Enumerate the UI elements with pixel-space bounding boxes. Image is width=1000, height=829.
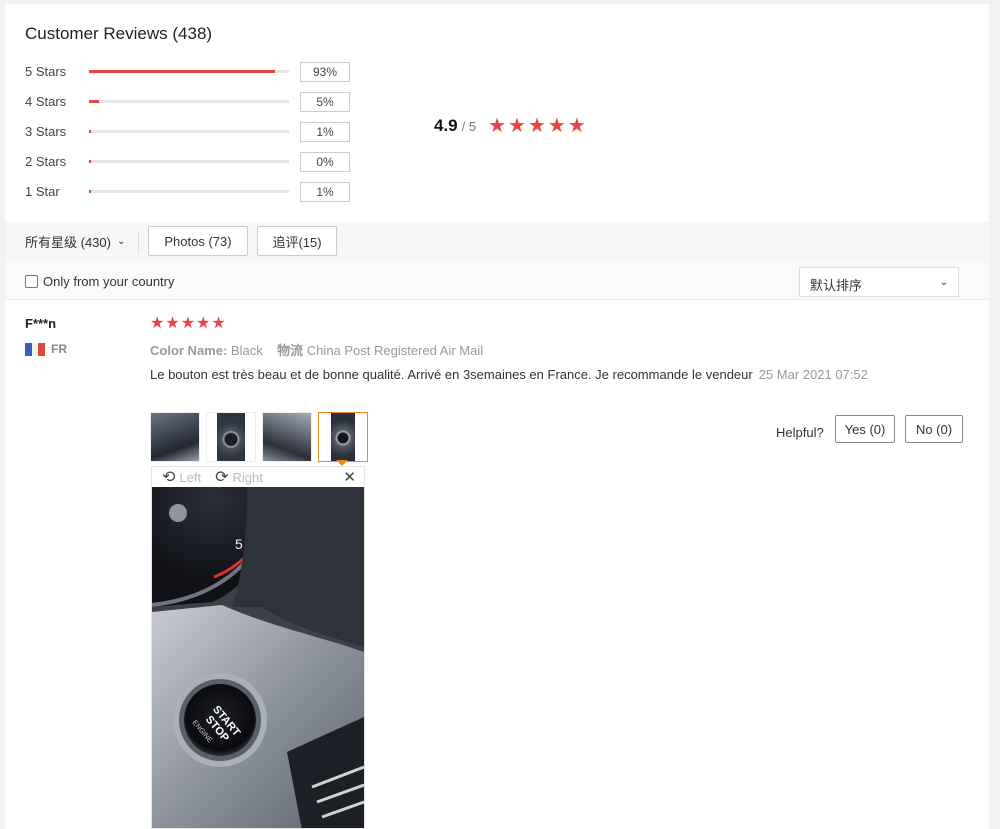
distribution-bar-fill <box>89 190 91 193</box>
average-out-of: / 5 <box>461 118 477 134</box>
thumbnail-image <box>331 413 355 461</box>
rotate-left-icon: ⟲ <box>162 469 176 486</box>
sort-select[interactable]: 默认排序 ⌄ <box>799 267 959 297</box>
filter-bar: 所有星级 (430) ⌄ Photos (73) 追评(15) <box>5 222 989 262</box>
chevron-down-icon: ⌄ <box>939 277 948 288</box>
review-photo-large: 5 4 START STOP ENGINE <box>152 487 364 828</box>
distribution-percent: 0% <box>300 152 350 172</box>
rotate-right-button[interactable]: ⟳ Right <box>215 467 263 487</box>
country-bar: Only from your country 默认排序 ⌄ <box>5 262 989 300</box>
star-icon: ★ <box>196 315 211 332</box>
rotate-left-label: Left <box>179 469 202 485</box>
average-rating: 4.9 / 5 ★ ★ ★ ★ ★ <box>434 114 586 138</box>
review-photo-thumbnail-active[interactable] <box>318 412 368 462</box>
logistics-label: 物流 <box>277 343 304 358</box>
rotate-right-label: Right <box>232 469 263 485</box>
customer-reviews-panel: Customer Reviews (438) 5 Stars 93% 4 Sta… <box>5 4 989 829</box>
sort-label: 默认排序 <box>810 278 863 293</box>
distribution-label: 1 Star <box>25 184 60 199</box>
review-photo-thumbnail[interactable] <box>262 412 312 462</box>
gauge-number: 5 <box>235 536 243 552</box>
review-photo-thumbnail[interactable] <box>150 412 200 462</box>
country-code: FR <box>51 342 67 356</box>
distribution-bar <box>89 190 289 193</box>
only-country-checkbox[interactable]: Only from your country <box>25 274 175 289</box>
review-date: 25 Mar 2021 07:52 <box>758 367 868 382</box>
france-flag-icon <box>25 342 46 356</box>
logistics-value: China Post Registered Air Mail <box>306 343 484 358</box>
distribution-row-3[interactable]: 3 Stars 1% <box>25 122 355 142</box>
thumbnail-image <box>263 413 311 461</box>
star-icon: ★ <box>211 315 226 332</box>
distribution-bar <box>89 130 289 133</box>
distribution-bar-fill <box>89 100 99 103</box>
star-icon: ★ <box>165 315 180 332</box>
star-icon: ★ <box>488 115 507 137</box>
only-country-label: Only from your country <box>43 274 175 289</box>
review-text: Le bouton est très beau et de bonne qual… <box>150 366 870 384</box>
review-photo-thumbnail[interactable] <box>206 412 256 462</box>
review-item: ★ ★ ★ ★ ★ Color Name: Black 物流 China Pos… <box>150 316 970 466</box>
helpful-label: Helpful? <box>776 424 824 440</box>
star-icon: ★ <box>547 115 566 137</box>
distribution-percent: 1% <box>300 182 350 202</box>
distribution-label: 3 Stars <box>25 124 67 139</box>
thumbnail-image <box>151 413 199 461</box>
star-icon: ★ <box>150 315 165 332</box>
distribution-bar-fill <box>89 160 91 163</box>
photo-viewer-toolbar: ⟲ Left ⟳ Right ✕ <box>152 467 364 487</box>
distribution-percent: 93% <box>300 62 350 82</box>
review-body: Le bouton est très beau et de bonne qual… <box>150 367 753 382</box>
close-icon[interactable]: ✕ <box>343 468 356 486</box>
color-label: Color Name: <box>150 343 228 358</box>
chevron-down-icon: ⌄ <box>116 236 126 247</box>
average-stars: ★ ★ ★ ★ ★ <box>488 116 586 136</box>
review-stars: ★ ★ ★ ★ ★ <box>150 316 970 332</box>
distribution-percent: 1% <box>300 122 350 142</box>
distribution-row-1[interactable]: 1 Star 1% <box>25 182 355 202</box>
photos-filter-button[interactable]: Photos (73) <box>148 226 248 256</box>
distribution-row-5[interactable]: 5 Stars 93% <box>25 62 355 82</box>
distribution-label: 5 Stars <box>25 64 67 79</box>
reviews-title: Customer Reviews (438) <box>25 24 213 43</box>
rating-filter-select[interactable]: 所有星级 (430) ⌄ <box>25 232 125 251</box>
distribution-label: 2 Stars <box>25 154 67 169</box>
color-value: Black <box>230 343 263 358</box>
rotate-left-button[interactable]: ⟲ Left <box>162 467 201 487</box>
review-thumbnails <box>150 412 368 462</box>
review-meta: Color Name: Black 物流 China Post Register… <box>150 340 483 359</box>
rotate-right-icon: ⟳ <box>215 469 229 486</box>
distribution-row-4[interactable]: 4 Stars 5% <box>25 92 355 112</box>
distribution-bar-fill <box>89 70 275 73</box>
distribution-row-2[interactable]: 2 Stars 0% <box>25 152 355 172</box>
helpful-yes-button[interactable]: Yes (0) <box>835 415 895 443</box>
star-icon: ★ <box>180 315 196 332</box>
distribution-bar <box>89 100 289 103</box>
reviewer-name: F***n <box>25 316 57 331</box>
star-icon: ★ <box>527 115 546 137</box>
rating-filter-label: 所有星级 (430) <box>25 235 111 250</box>
star-icon: ★ <box>508 115 526 137</box>
distribution-bar <box>89 160 289 163</box>
reviewer-info: F***n FR <box>25 316 67 356</box>
distribution-label: 4 Stars <box>25 94 67 109</box>
thumbnail-image <box>217 413 245 461</box>
reviewer-country: FR <box>25 342 85 356</box>
distribution-bar-fill <box>89 130 91 133</box>
checkbox-icon[interactable] <box>25 275 38 288</box>
distribution-bar <box>89 70 289 73</box>
distribution-percent: 5% <box>300 92 350 112</box>
average-value: 4.9 <box>434 116 458 135</box>
helpful-no-button[interactable]: No (0) <box>905 415 963 443</box>
divider <box>138 232 139 254</box>
photo-viewer: ⟲ Left ⟳ Right ✕ 5 START STOP ENGINE <box>151 466 365 829</box>
followup-filter-button[interactable]: 追评(15) <box>257 226 337 256</box>
star-icon: ★ <box>567 115 586 137</box>
